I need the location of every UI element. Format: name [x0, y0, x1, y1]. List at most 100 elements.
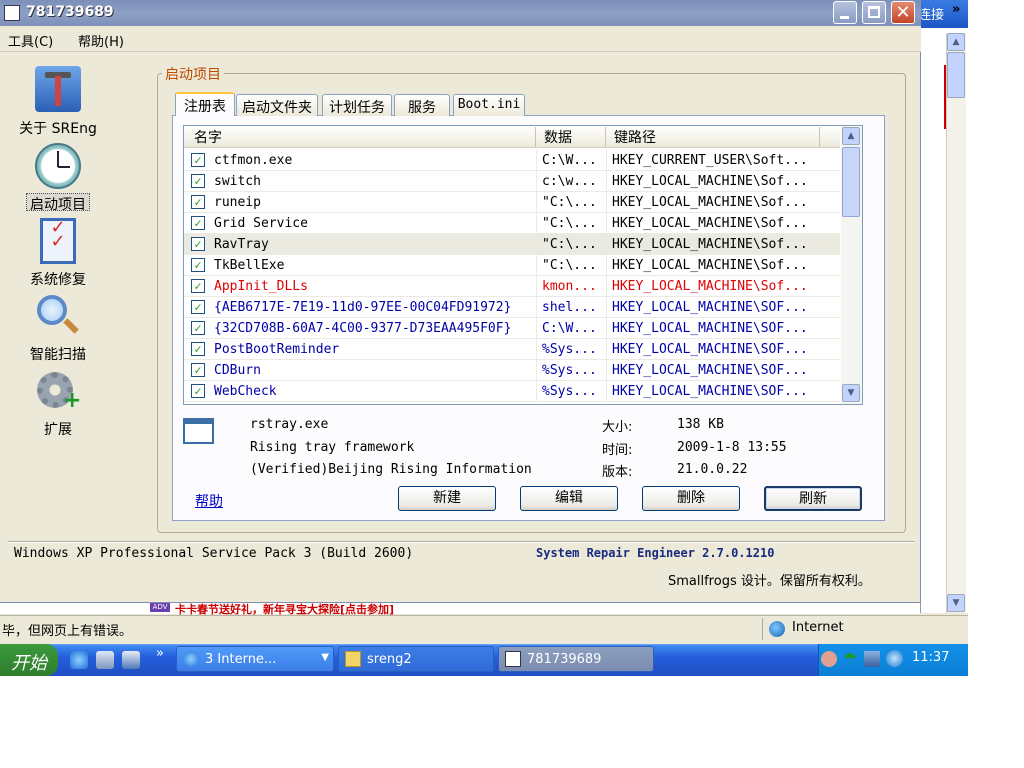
table-row[interactable]: ✓ ctfmon.exe C:\W... HKEY_CURRENT_USER\Soft…	[184, 150, 840, 171]
column-header-name[interactable]: 名字	[186, 127, 536, 147]
task-label: 3 Interne...	[205, 652, 277, 667]
table-row[interactable]: ✓ TkBellExe "C:\... HKEY_LOCAL_MACHINE\Sof.…	[184, 255, 840, 276]
start-button[interactable]: 开始	[0, 644, 58, 676]
detail-time-label: 时间:	[602, 443, 633, 458]
media-quicklaunch-icon[interactable]	[122, 651, 140, 669]
row-checkbox[interactable]: ✓	[191, 342, 205, 356]
table-row[interactable]: ✓ PostBootReminder %Sys... HKEY_LOCAL_MACHI…	[184, 339, 840, 360]
window-title-bar[interactable]	[0, 0, 921, 26]
table-row[interactable]: ✓ AppInit_DLLs kmon... HKEY_LOCAL_MACHINE\S…	[184, 276, 840, 297]
row-name: {32CD708B-60A7-4C00-9377-D73EAA495F0F}	[214, 321, 512, 336]
tray-collapse-icon[interactable]	[821, 651, 837, 667]
detail-description: Rising tray framework	[250, 440, 415, 455]
row-data: %Sys...	[542, 342, 597, 357]
refresh-button[interactable]: 刷新	[764, 486, 862, 511]
network-tray-icon[interactable]	[864, 651, 880, 667]
sidebar-item-startup[interactable]: 启动项目	[0, 143, 116, 215]
table-row[interactable]: ✓ switch c:\w... HKEY_LOCAL_MACHINE\Sof...	[184, 171, 840, 192]
sidebar-item-scan[interactable]: 智能扫描	[0, 293, 116, 365]
tab-boot-ini[interactable]: Boot.ini	[453, 94, 525, 116]
table-row[interactable]: ✓ {32CD708B-60A7-4C00-9377-D73EAA495F0F} C…	[184, 318, 840, 339]
list-scroll-thumb[interactable]	[842, 147, 860, 217]
task-button-sreng[interactable]: 781739689	[498, 646, 654, 672]
row-checkbox[interactable]: ✓	[191, 363, 205, 377]
row-checkbox[interactable]: ✓	[191, 258, 205, 272]
row-key-path: HKEY_LOCAL_MACHINE\SOF...	[612, 342, 808, 357]
scroll-down-button[interactable]: ▼	[947, 594, 965, 612]
table-row[interactable]: ✓ CDBurn %Sys... HKEY_LOCAL_MACHINE\SOF...	[184, 360, 840, 381]
row-key-path: HKEY_CURRENT_USER\Soft...	[612, 153, 808, 168]
row-checkbox[interactable]: ✓	[191, 321, 205, 335]
ie-quicklaunch-icon[interactable]	[70, 651, 88, 669]
scroll-up-button[interactable]: ▲	[947, 33, 965, 51]
task-button-folder[interactable]: sreng2	[338, 646, 494, 672]
detail-version: 21.0.0.22	[677, 462, 748, 477]
table-row[interactable]: ✓ WebCheck %Sys... HKEY_LOCAL_MACHINE\SOF..…	[184, 381, 840, 402]
row-key-path: HKEY_LOCAL_MACHINE\Sof...	[612, 195, 808, 210]
row-checkbox[interactable]: ✓	[191, 279, 205, 293]
sidebar-item-about[interactable]: 关于 SREng	[0, 66, 116, 138]
browser-scrollbar[interactable]	[946, 33, 966, 613]
tools-icon	[35, 66, 81, 112]
gear-plus-icon: +	[35, 368, 81, 414]
os-info: Windows XP Professional Service Pack 3 (…	[14, 546, 414, 561]
links-toolbar-label[interactable]: 连接	[918, 4, 944, 23]
maximize-button[interactable]	[862, 1, 886, 24]
column-header-data[interactable]: 数据	[536, 127, 606, 147]
list-scroll-up-button[interactable]: ▲	[842, 127, 860, 145]
row-data: "C:\...	[542, 258, 597, 273]
menu-bar	[0, 26, 921, 52]
task-button-ie[interactable]: 3 Interne... ▼	[176, 646, 334, 672]
row-checkbox[interactable]: ✓	[191, 216, 205, 230]
product-name: System Repair Engineer 2.7.0.1210	[536, 546, 775, 560]
browser-scroll-thumb[interactable]	[947, 52, 965, 98]
menu-tools[interactable]: 工具(C)	[8, 31, 53, 50]
status-divider	[762, 618, 763, 640]
column-header-key[interactable]: 键路径	[606, 127, 820, 147]
sidebar-item-repair[interactable]: ✓ ✓ 系统修复	[0, 218, 116, 290]
close-button[interactable]: ✕	[891, 1, 915, 24]
menu-help[interactable]: 帮助(H)	[78, 31, 124, 50]
row-name: PostBootReminder	[214, 342, 340, 357]
desktop-quicklaunch-icon[interactable]	[96, 651, 114, 669]
umbrella-tray-icon[interactable]: ☂	[843, 649, 861, 668]
list-scroll-down-button[interactable]: ▼	[842, 384, 860, 402]
new-button[interactable]: 新建	[398, 486, 496, 511]
row-checkbox[interactable]: ✓	[191, 300, 205, 314]
row-key-path: HKEY_LOCAL_MACHINE\SOF...	[612, 363, 808, 378]
quicklaunch-more-chevron[interactable]: »	[156, 646, 164, 661]
row-checkbox[interactable]: ✓	[191, 195, 205, 209]
edit-button[interactable]: 编辑	[520, 486, 618, 511]
sidebar-label: 扩展	[44, 422, 72, 438]
dropdown-arrow-icon: ▼	[321, 652, 329, 663]
table-row[interactable]: ✓ RavTray "C:\... HKEY_LOCAL_MACHINE\Sof...	[184, 234, 840, 255]
window-app-icon[interactable]	[4, 5, 20, 21]
table-row[interactable]: ✓ {AEB6717E-7E19-11d0-97EE-00C04FD91972} s…	[184, 297, 840, 318]
tab-registry[interactable]: 注册表	[175, 92, 235, 116]
detail-size-label: 大小:	[602, 420, 633, 435]
sidebar-item-extend[interactable]: + 扩展	[0, 368, 116, 440]
tab-services[interactable]: 服务	[394, 94, 450, 116]
row-checkbox[interactable]: ✓	[191, 384, 205, 398]
security-tray-icon[interactable]	[886, 650, 903, 667]
row-checkbox[interactable]: ✓	[191, 153, 205, 167]
tab-scheduled-tasks[interactable]: 计划任务	[322, 94, 392, 116]
delete-button[interactable]: 删除	[642, 486, 740, 511]
detail-time: 2009-1-8 13:55	[677, 440, 787, 455]
row-key-path: HKEY_LOCAL_MACHINE\Sof...	[612, 237, 808, 252]
clock-icon	[35, 143, 81, 189]
table-row[interactable]: ✓ Grid Service "C:\... HKEY_LOCAL_MACHINE\S…	[184, 213, 840, 234]
row-checkbox[interactable]: ✓	[191, 237, 205, 251]
row-checkbox[interactable]: ✓	[191, 174, 205, 188]
tab-startup-folder[interactable]: 启动文件夹	[236, 94, 318, 116]
table-row[interactable]: ✓ runeip "C:\... HKEY_LOCAL_MACHINE\Sof...	[184, 192, 840, 213]
row-name: runeip	[214, 195, 261, 210]
detail-company: (Verified)Beijing Rising Information	[250, 462, 532, 477]
minimize-button[interactable]	[833, 1, 857, 24]
row-data: "C:\...	[542, 216, 597, 231]
row-key-path: HKEY_LOCAL_MACHINE\Sof...	[612, 279, 808, 294]
task-label: sreng2	[367, 652, 412, 667]
help-link[interactable]: 帮助	[195, 491, 223, 511]
row-name: Grid Service	[214, 216, 308, 231]
toolbar-chevron[interactable]: »	[952, 2, 960, 17]
